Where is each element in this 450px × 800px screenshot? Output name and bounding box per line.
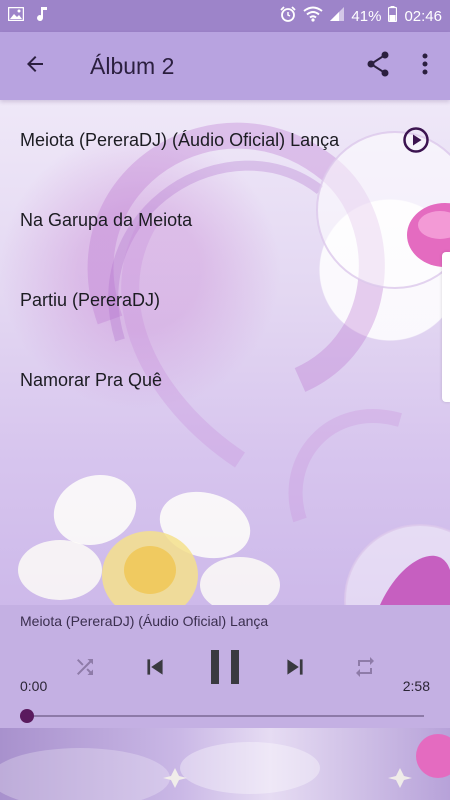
track-title: Meiota (PereraDJ) (Áudio Oficial) Lança: [20, 129, 340, 150]
track-title: Na Garupa da Meiota: [20, 209, 193, 230]
track-list: Meiota (PereraDJ) (Áudio Oficial) Lança …: [0, 100, 450, 420]
track-list-area[interactable]: Meiota (PereraDJ) (Áudio Oficial) Lança …: [0, 100, 450, 605]
now-playing-title: Meiota (PereraDJ) (Áudio Oficial) Lança: [20, 613, 269, 629]
back-arrow-icon: [23, 52, 47, 81]
shuffle-button[interactable]: [60, 643, 110, 695]
alarm-icon: [280, 6, 297, 26]
music-note-icon: [36, 6, 48, 26]
repeat-button[interactable]: [340, 643, 390, 695]
status-bar: 41% 02:46: [0, 0, 450, 32]
play-circle-icon[interactable]: [402, 126, 430, 154]
list-item[interactable]: Meiota (PereraDJ) (Áudio Oficial) Lança: [0, 100, 450, 180]
list-item[interactable]: Na Garupa da Meiota: [0, 180, 450, 260]
elapsed-time: 0:00: [20, 678, 48, 694]
player-panel: Meiota (PereraDJ) (Áudio Oficial) Lança: [0, 605, 450, 728]
battery-icon: [388, 6, 398, 26]
more-options-button[interactable]: [400, 32, 450, 100]
total-duration: 2:58: [402, 678, 430, 694]
track-title: Namorar Pra Quê: [20, 369, 163, 390]
back-button[interactable]: [0, 32, 70, 100]
track-title: Partiu (PereraDJ): [20, 289, 161, 310]
image-icon: [7, 6, 25, 25]
next-button[interactable]: [270, 643, 320, 695]
seek-track: [20, 715, 424, 717]
list-item[interactable]: Namorar Pra Quê: [0, 340, 450, 420]
share-icon: [366, 51, 390, 82]
previous-button[interactable]: [130, 643, 180, 695]
banner-image: [0, 728, 450, 800]
app-bar: Álbum 2: [0, 32, 450, 100]
pause-icon: [208, 649, 242, 690]
more-vert-icon: [422, 53, 428, 80]
skip-next-icon: [282, 654, 308, 685]
seek-thumb[interactable]: [20, 709, 34, 723]
player-controls: [0, 643, 450, 695]
wifi-icon: [303, 6, 324, 26]
page-title: Álbum 2: [90, 52, 175, 79]
clock: 02:46: [404, 7, 442, 25]
share-button[interactable]: [356, 32, 400, 100]
list-item[interactable]: Partiu (PereraDJ): [0, 260, 450, 340]
seek-bar[interactable]: [20, 709, 424, 723]
scroll-handle[interactable]: [442, 252, 450, 402]
repeat-icon: [353, 655, 377, 684]
skip-previous-icon: [142, 654, 168, 685]
battery-percent: 41%: [351, 7, 382, 25]
pause-button[interactable]: [200, 643, 250, 695]
shuffle-icon: [73, 655, 97, 684]
signal-icon: [330, 7, 345, 25]
